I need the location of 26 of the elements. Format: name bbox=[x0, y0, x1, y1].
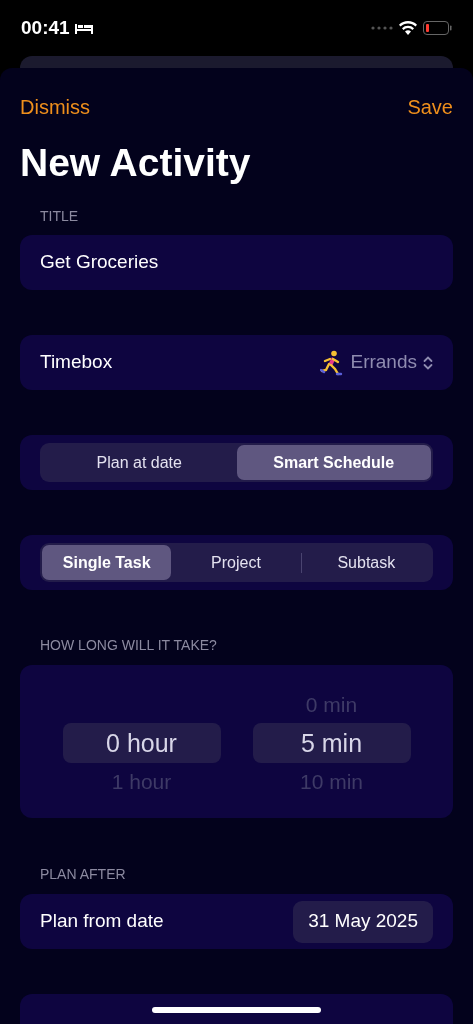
segment-tab[interactable]: Plan at date bbox=[42, 445, 237, 480]
signal-icon bbox=[371, 26, 393, 30]
bed-icon bbox=[73, 21, 94, 35]
runner-icon bbox=[320, 349, 345, 376]
segment-tab[interactable]: Subtask bbox=[301, 545, 431, 580]
section-label: TITLE bbox=[40, 207, 80, 226]
save-button[interactable]: Save bbox=[407, 92, 453, 122]
row-label: Plan from date bbox=[40, 909, 164, 934]
battery-icon bbox=[423, 21, 452, 35]
picker-option[interactable]: 0 hour bbox=[106, 723, 177, 763]
section-label: HOW LONG WILL IT TAKE? bbox=[40, 636, 218, 655]
picker-option[interactable]: 5 min bbox=[300, 723, 363, 763]
title-field[interactable]: Get Groceries bbox=[20, 235, 453, 290]
status-time: 00:41 bbox=[21, 15, 70, 40]
timebox-value: Errands bbox=[350, 350, 417, 375]
row-label: Timebox bbox=[40, 350, 113, 375]
segment-tab[interactable]: Single Task bbox=[42, 545, 172, 580]
chevron-up-down-icon bbox=[423, 354, 433, 371]
wifi-icon bbox=[399, 21, 417, 35]
dismiss-button[interactable]: Dismiss bbox=[20, 92, 90, 122]
section-label: PLAN AFTER bbox=[40, 865, 127, 884]
timebox-row[interactable]: Timebox Errands bbox=[20, 335, 453, 390]
date-button[interactable]: 31 May 2025 bbox=[293, 900, 433, 943]
segment-tab[interactable]: Smart Schedule bbox=[236, 445, 431, 480]
segment-tab[interactable]: Project bbox=[171, 545, 301, 580]
page-title: New Activity bbox=[20, 140, 252, 186]
